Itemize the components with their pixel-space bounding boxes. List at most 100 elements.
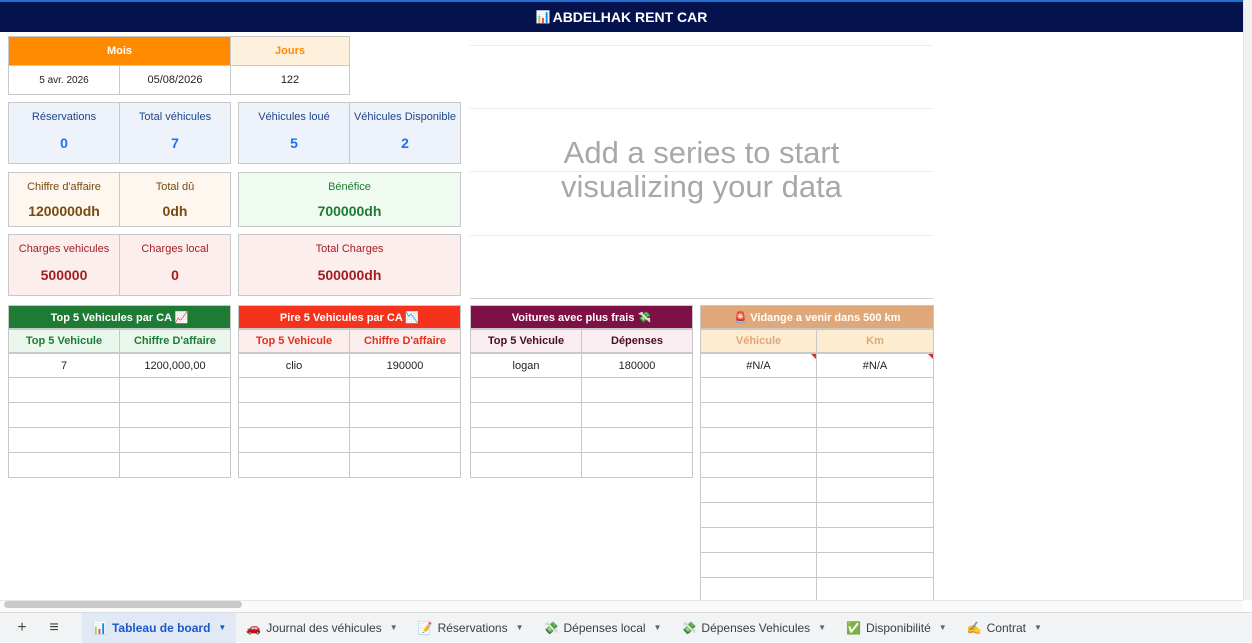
table-cell[interactable]: 190000 [349, 353, 461, 378]
chevron-down-icon[interactable]: ▼ [654, 623, 662, 632]
table-cell[interactable] [8, 452, 120, 478]
table-cell[interactable] [238, 452, 350, 478]
table-cell[interactable] [816, 502, 934, 528]
table-cell[interactable] [700, 402, 817, 428]
pire5-col-chiffre[interactable]: Chiffre D'affaire [349, 329, 461, 353]
car-icon: 🚗 [246, 620, 262, 635]
period-end-cell[interactable]: 05/08/2026 [119, 65, 231, 95]
vertical-scrollbar[interactable] [1243, 0, 1252, 600]
table-cell[interactable] [816, 452, 934, 478]
kpi-total-du[interactable]: Total dû 0dh [119, 172, 231, 227]
kpi-vehicules-disponible[interactable]: Véhicules Disponible 2 [349, 102, 461, 164]
table-cell[interactable] [816, 552, 934, 578]
kpi-vehicules-loue[interactable]: Véhicules loué 5 [238, 102, 350, 164]
table-cell[interactable]: #N/A [816, 353, 934, 378]
top5-col-chiffre[interactable]: Chiffre D'affaire [119, 329, 231, 353]
tab-depenses-vehicules[interactable]: 💸 Dépenses Vehicules ▼ [671, 613, 836, 643]
jours-header[interactable]: Jours [230, 36, 350, 66]
table-cell[interactable] [349, 377, 461, 403]
table-cell[interactable] [700, 502, 817, 528]
tab-reservations[interactable]: 📝 Réservations ▼ [408, 613, 534, 643]
table-cell[interactable] [119, 427, 231, 453]
frais-table-title[interactable]: Voitures avec plus frais 💸 [470, 305, 693, 329]
kpi-reservations[interactable]: Réservations 0 [8, 102, 120, 164]
chevron-down-icon[interactable]: ▼ [218, 623, 226, 632]
table-cell[interactable] [349, 452, 461, 478]
kpi-charges-local[interactable]: Charges local 0 [119, 234, 231, 296]
table-cell[interactable] [700, 527, 817, 553]
table-cell[interactable] [700, 552, 817, 578]
add-sheet-button[interactable]: + [6, 613, 38, 643]
top5-col-vehicule[interactable]: Top 5 Vehicule [8, 329, 120, 353]
table-cell[interactable] [349, 427, 461, 453]
all-sheets-menu-button[interactable]: ≡ [38, 613, 70, 643]
kpi-label: Véhicules Disponible [353, 111, 457, 123]
jours-value-cell[interactable]: 122 [230, 65, 350, 95]
table-cell[interactable]: clio [238, 353, 350, 378]
table-cell[interactable] [238, 377, 350, 403]
table-cell[interactable] [470, 402, 582, 428]
vidange-table-title[interactable]: 🚨 Vidange a venir dans 500 km [700, 305, 934, 329]
table-cell[interactable] [8, 427, 120, 453]
kpi-value: 700000dh [317, 203, 382, 219]
pire5-table-title[interactable]: Pire 5 Vehicules par CA 📉 [238, 305, 461, 329]
vidange-col-vehicule[interactable]: Véhicule [700, 329, 817, 353]
tab-depenses-local[interactable]: 💸 Dépenses local ▼ [534, 613, 672, 643]
table-cell[interactable]: 1200,000,00 [119, 353, 231, 378]
pire5-col-vehicule[interactable]: Top 5 Vehicule [238, 329, 350, 353]
table-cell[interactable] [581, 377, 693, 403]
table-cell[interactable] [581, 427, 693, 453]
table-cell[interactable]: 7 [8, 353, 120, 378]
tab-disponibilite[interactable]: ✅ Disponibilité ▼ [836, 613, 957, 643]
table-cell[interactable] [238, 427, 350, 453]
table-cell[interactable] [119, 377, 231, 403]
period-start-cell[interactable]: 5 avr. 2026 [8, 65, 120, 95]
horizontal-scrollbar-thumb[interactable] [4, 601, 242, 608]
kpi-chiffre-affaire[interactable]: Chiffre d'affaire 1200000dh [8, 172, 120, 227]
table-cell[interactable]: 180000 [581, 353, 693, 378]
tab-contrat[interactable]: ✍ Contrat ▼ [957, 613, 1052, 643]
table-cell[interactable] [470, 377, 582, 403]
table-cell[interactable] [700, 427, 817, 453]
kpi-total-vehicules[interactable]: Total véhicules 7 [119, 102, 231, 164]
chevron-down-icon[interactable]: ▼ [516, 623, 524, 632]
table-cell[interactable] [581, 402, 693, 428]
kpi-label: Réservations [31, 111, 97, 123]
table-cell[interactable] [700, 477, 817, 503]
table-cell[interactable] [119, 452, 231, 478]
table-cell[interactable] [470, 427, 582, 453]
tab-journal-des-vehicules[interactable]: 🚗 Journal des véhicules ▼ [236, 613, 407, 643]
table-cell[interactable] [700, 452, 817, 478]
chevron-down-icon[interactable]: ▼ [1034, 623, 1042, 632]
table-cell[interactable] [8, 402, 120, 428]
tab-tableau-de-board[interactable]: 📊 Tableau de board ▼ [82, 612, 237, 643]
table-cell[interactable] [119, 402, 231, 428]
top5-table-title[interactable]: Top 5 Vehicules par CA 📈 [8, 305, 231, 329]
table-cell[interactable] [816, 477, 934, 503]
frais-col-vehicule[interactable]: Top 5 Vehicule [470, 329, 582, 353]
table-cell[interactable] [581, 452, 693, 478]
table-cell[interactable] [8, 377, 120, 403]
table-cell[interactable] [816, 527, 934, 553]
kpi-charges-vehicules[interactable]: Charges vehicules 500000 [8, 234, 120, 296]
chevron-down-icon[interactable]: ▼ [939, 623, 947, 632]
chevron-down-icon[interactable]: ▼ [390, 623, 398, 632]
table-cell[interactable]: logan [470, 353, 582, 378]
table-cell[interactable] [238, 402, 350, 428]
table-cell[interactable] [816, 577, 934, 601]
table-cell[interactable] [349, 402, 461, 428]
table-cell[interactable] [816, 402, 934, 428]
table-cell[interactable]: #N/A [700, 353, 817, 378]
chevron-down-icon[interactable]: ▼ [818, 623, 826, 632]
table-cell[interactable] [816, 427, 934, 453]
frais-col-depenses[interactable]: Dépenses [581, 329, 693, 353]
vidange-col-km[interactable]: Km [816, 329, 934, 353]
kpi-total-charges[interactable]: Total Charges 500000dh [238, 234, 461, 296]
mois-header[interactable]: Mois [8, 36, 231, 66]
table-cell[interactable] [816, 377, 934, 403]
kpi-benefice[interactable]: Bénéfice 700000dh [238, 172, 461, 227]
table-cell[interactable] [700, 377, 817, 403]
table-cell[interactable] [470, 452, 582, 478]
table-cell[interactable] [700, 577, 817, 601]
empty-chart[interactable]: Add a series to start visualizing your d… [470, 36, 933, 300]
